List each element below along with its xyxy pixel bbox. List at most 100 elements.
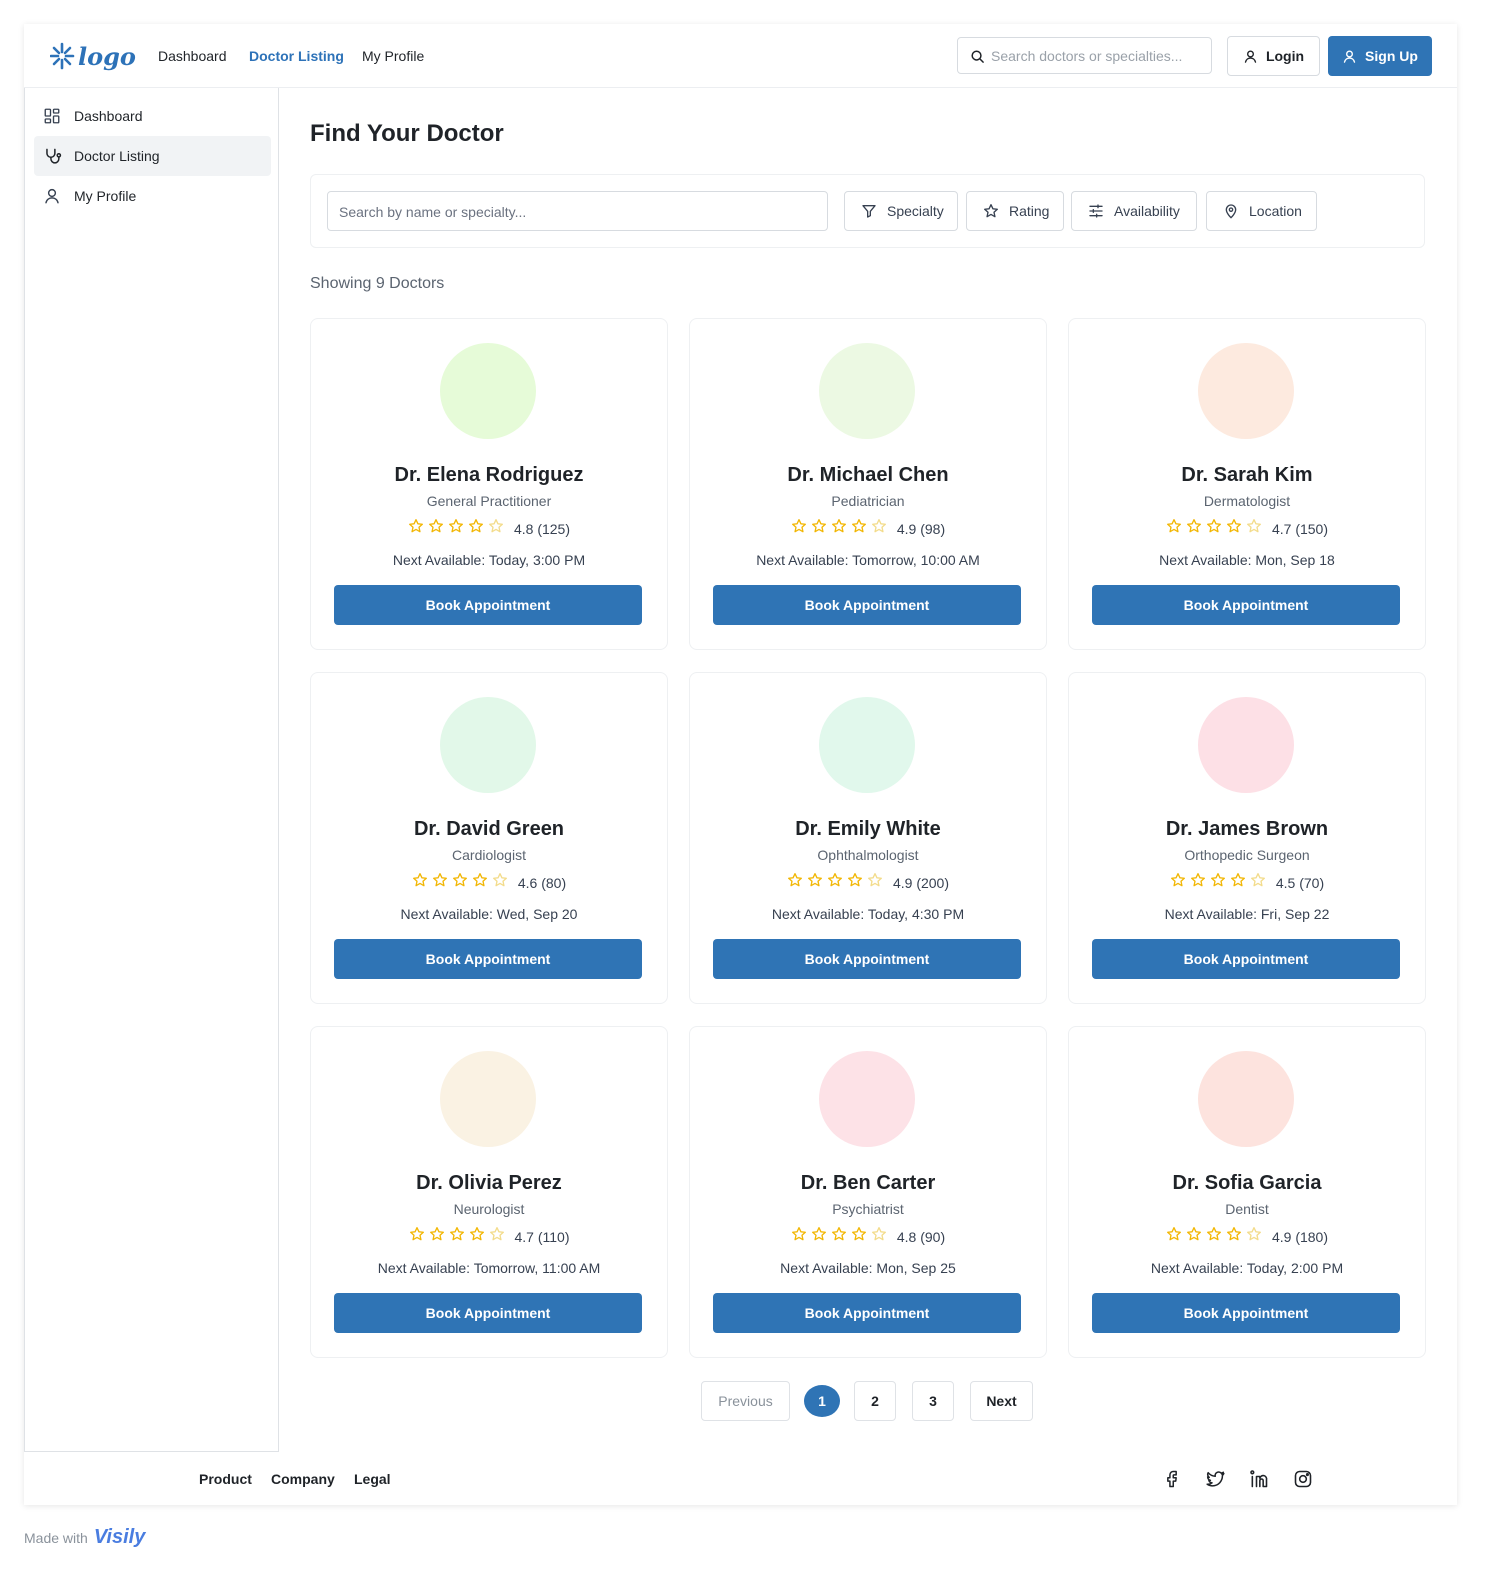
- avatar: [440, 1051, 536, 1147]
- doctor-specialty: Neurologist: [453, 1201, 525, 1217]
- footer-link-legal[interactable]: Legal: [354, 1471, 391, 1487]
- star-icon: [791, 1226, 807, 1247]
- nav-doctor-listing[interactable]: Doctor Listing: [249, 48, 344, 64]
- doctor-name[interactable]: Dr. Ben Carter: [690, 1172, 1046, 1195]
- star-icon: [811, 1226, 827, 1247]
- page-2-button[interactable]: 2: [854, 1381, 896, 1421]
- nav-my-profile[interactable]: My Profile: [362, 48, 424, 64]
- facebook-icon[interactable]: [1161, 1468, 1183, 1490]
- doctor-name[interactable]: Dr. Emily White: [690, 818, 1046, 841]
- doctor-card[interactable]: Dr. Elena Rodriguez General Practitioner 4…: [310, 318, 668, 650]
- book-appointment-button[interactable]: Book Appointment: [1092, 1293, 1400, 1333]
- rating-stars: [409, 1226, 505, 1247]
- star-icon: [811, 518, 827, 539]
- book-appointment-button[interactable]: Book Appointment: [1092, 939, 1400, 979]
- doctor-specialty: Orthopedic Surgeon: [1184, 847, 1310, 863]
- doctor-search-input[interactable]: [339, 202, 809, 222]
- book-appointment-button[interactable]: Book Appointment: [713, 939, 1021, 979]
- linkedin-icon[interactable]: [1248, 1468, 1270, 1490]
- sliders-icon: [1089, 204, 1103, 218]
- star-icon: [851, 1226, 867, 1247]
- star-icon: [449, 1226, 465, 1247]
- book-appointment-button[interactable]: Book Appointment: [334, 939, 642, 979]
- rating: 4.7 (150): [1069, 518, 1425, 539]
- instagram-icon[interactable]: [1292, 1468, 1314, 1490]
- star-icon: [787, 872, 803, 893]
- doctor-card[interactable]: Dr. David Green Cardiologist 4.6 (80) Next …: [310, 672, 668, 1004]
- star-icon: [807, 872, 823, 893]
- doctor-card[interactable]: Dr. Ben Carter Psychiatrist 4.8 (90) Next A…: [689, 1026, 1047, 1358]
- avatar: [1198, 343, 1294, 439]
- doctor-card[interactable]: Dr. Sofia Garcia Dentist 4.9 (180) Next Ava…: [1068, 1026, 1426, 1358]
- doctor-specialty: Ophthalmologist: [817, 847, 919, 863]
- signup-button[interactable]: Sign Up: [1328, 36, 1432, 76]
- star-icon: [827, 872, 843, 893]
- sidebar-item-dashboard[interactable]: Dashboard: [34, 96, 271, 136]
- sidebar-item-label: My Profile: [74, 188, 137, 204]
- star-outline-icon: [489, 1226, 505, 1247]
- star-outline-icon: [871, 518, 887, 539]
- specialty-filter-button[interactable]: Specialty: [844, 191, 958, 231]
- doctor-card[interactable]: Dr. James Brown Orthopedic Surgeon 4.5 (70…: [1068, 672, 1426, 1004]
- sidebar-item-doctor-listing[interactable]: Doctor Listing: [34, 136, 271, 176]
- logo[interactable]: logo: [49, 38, 140, 78]
- doctor-name[interactable]: Dr. David Green: [311, 818, 667, 841]
- doctor-name[interactable]: Dr. Olivia Perez: [311, 1172, 667, 1195]
- header-search[interactable]: [957, 37, 1212, 74]
- rating-stars: [787, 872, 883, 893]
- book-appointment-button[interactable]: Book Appointment: [713, 585, 1021, 625]
- results-count: Showing 9 Doctors: [310, 275, 445, 292]
- footer-link-company[interactable]: Company: [271, 1471, 335, 1487]
- sidebar-item-my-profile[interactable]: My Profile: [34, 176, 271, 216]
- doctor-name[interactable]: Dr. Sarah Kim: [1069, 464, 1425, 487]
- book-appointment-button[interactable]: Book Appointment: [1092, 585, 1400, 625]
- rating-value: 4.6 (80): [517, 874, 567, 891]
- page-1-button[interactable]: 1: [804, 1385, 840, 1417]
- book-appointment-button[interactable]: Book Appointment: [334, 1293, 642, 1333]
- map-pin-icon: [1225, 204, 1237, 219]
- rating-filter-button[interactable]: Rating: [966, 191, 1064, 231]
- nav-dashboard[interactable]: Dashboard: [158, 48, 227, 64]
- rating-value: 4.7 (110): [514, 1228, 570, 1245]
- app-frame: logo Dashboard Doctor Listing My Profile…: [24, 24, 1457, 1505]
- search-icon: [971, 50, 984, 63]
- doctor-name[interactable]: Dr. Michael Chen: [690, 464, 1046, 487]
- star-icon: [1166, 518, 1182, 539]
- previous-page-button[interactable]: Previous: [701, 1381, 790, 1421]
- rating: 4.9 (98): [690, 518, 1046, 539]
- made-with-badge[interactable]: Made with Visily: [24, 1526, 145, 1549]
- footer-link-product[interactable]: Product: [199, 1471, 252, 1487]
- availability-filter-button[interactable]: Availability: [1071, 191, 1197, 231]
- book-appointment-button[interactable]: Book Appointment: [334, 585, 642, 625]
- header-search-input[interactable]: [991, 46, 1201, 66]
- doctor-name[interactable]: Dr. Sofia Garcia: [1069, 1172, 1425, 1195]
- doctor-card[interactable]: Dr. Olivia Perez Neurologist 4.7 (110) Next…: [310, 1026, 668, 1358]
- next-page-button[interactable]: Next: [970, 1381, 1033, 1421]
- doctor-search[interactable]: [327, 191, 828, 231]
- signup-label: Sign Up: [1365, 48, 1418, 64]
- rating: 4.8 (90): [690, 1226, 1046, 1247]
- doctor-name[interactable]: Dr. James Brown: [1069, 818, 1425, 841]
- login-button[interactable]: Login: [1227, 36, 1320, 76]
- star-outline-icon: [492, 872, 508, 893]
- filter-icon: [862, 205, 876, 218]
- doctor-card[interactable]: Dr. Sarah Kim Dermatologist 4.7 (150) Next …: [1068, 318, 1426, 650]
- filter-panel: Specialty Rating Availability Location: [310, 174, 1425, 248]
- rating: 4.8 (125): [311, 518, 667, 539]
- rating-value: 4.9 (200): [892, 874, 950, 891]
- location-filter-button[interactable]: Location: [1206, 191, 1317, 231]
- doctor-card[interactable]: Dr. Emily White Ophthalmologist 4.9 (200) N…: [689, 672, 1047, 1004]
- page-3-button[interactable]: 3: [912, 1381, 954, 1421]
- star-outline-icon: [1246, 1226, 1262, 1247]
- next-available: Next Available: Today, 4:30 PM: [771, 906, 965, 922]
- doctor-card[interactable]: Dr. Michael Chen Pediatrician 4.9 (98) Next…: [689, 318, 1047, 650]
- star-icon: [847, 872, 863, 893]
- doctor-specialty: Pediatrician: [831, 493, 905, 509]
- book-appointment-button[interactable]: Book Appointment: [713, 1293, 1021, 1333]
- star-icon: [984, 204, 998, 218]
- star-icon: [428, 518, 444, 539]
- doctor-name[interactable]: Dr. Elena Rodriguez: [311, 464, 667, 487]
- twitter-icon[interactable]: [1204, 1468, 1226, 1490]
- rating: 4.5 (70): [1069, 872, 1425, 893]
- star-icon: [432, 872, 448, 893]
